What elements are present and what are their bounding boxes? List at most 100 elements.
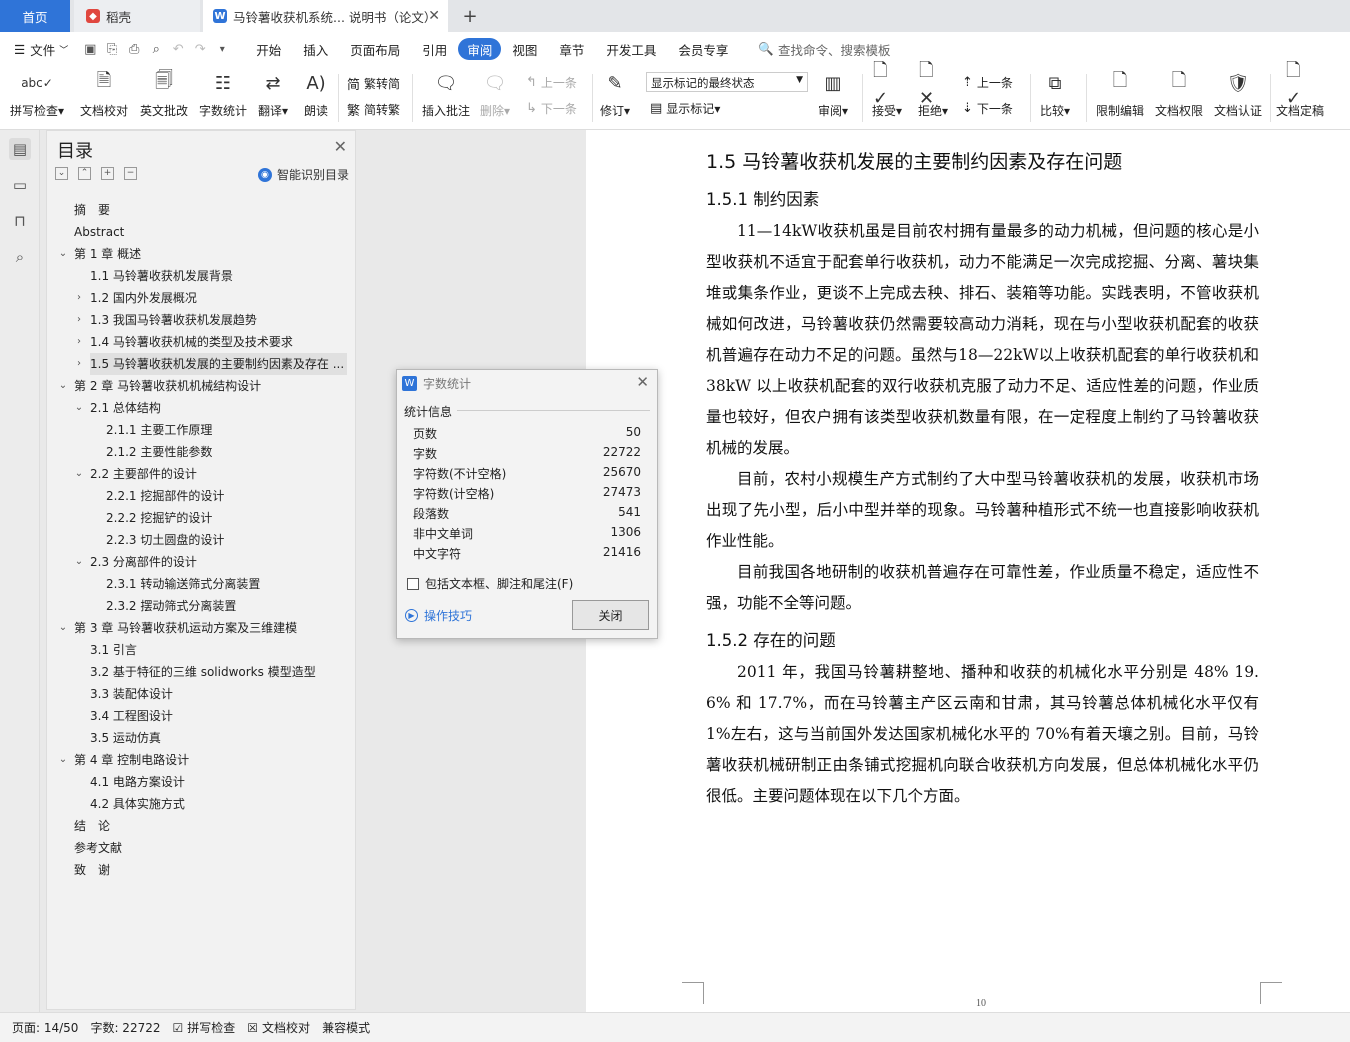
- close-icon[interactable]: ✕: [334, 137, 347, 156]
- chevron-down-icon[interactable]: ⌄: [73, 463, 85, 485]
- english-review-button[interactable]: 🗐 英文批改: [140, 68, 188, 119]
- toc-item[interactable]: 结 论: [74, 815, 110, 837]
- menu-devtools[interactable]: 开发工具: [595, 38, 667, 60]
- tab-home[interactable]: 首页: [0, 0, 70, 32]
- toc-item[interactable]: 2.3.1 转动输送筛式分离装置: [106, 573, 260, 595]
- review-pane-button[interactable]: ▥ 审阅▾: [818, 68, 848, 119]
- menu-insert[interactable]: 插入: [292, 38, 339, 60]
- chevron-right-icon[interactable]: ›: [73, 287, 85, 309]
- customize-icon[interactable]: ▾: [211, 44, 233, 55]
- close-button[interactable]: 关闭: [572, 600, 649, 630]
- export-icon[interactable]: ⎘: [101, 42, 123, 57]
- reject-button[interactable]: 🗋✕ 拒绝▾: [918, 60, 948, 119]
- next-comment-button[interactable]: ↳ 下一条: [526, 100, 577, 117]
- insert-comment-button[interactable]: 🗨 插入批注: [422, 68, 470, 119]
- doc-finalize-button[interactable]: 🗋✓ 文档定稿: [1276, 60, 1324, 119]
- restrict-edit-button[interactable]: 🗋 限制编辑: [1096, 68, 1144, 119]
- menu-start[interactable]: 开始: [245, 38, 292, 60]
- toc-item[interactable]: › 1.4 马铃薯收获机械的类型及技术要求: [77, 331, 293, 353]
- save-icon[interactable]: ▣: [79, 42, 101, 57]
- close-icon[interactable]: ✕: [636, 373, 649, 391]
- toc-item[interactable]: ⌄ 第 3 章 马铃薯收获机运动方案及三维建模: [59, 617, 297, 639]
- toc-item[interactable]: 3.3 装配体设计: [90, 683, 173, 705]
- toc-item[interactable]: 3.1 引言: [90, 639, 137, 661]
- tab-document[interactable]: W 马铃薯收获机系统... 说明书（论文） ✕: [203, 0, 448, 32]
- include-textbox-checkbox[interactable]: 包括文本框、脚注和尾注(F): [407, 575, 573, 592]
- spell-check-button[interactable]: abc✓ 拼写检查▾: [10, 68, 64, 119]
- toc-item[interactable]: ⌄ 第 4 章 控制电路设计: [59, 749, 189, 771]
- close-icon[interactable]: ✕: [428, 8, 440, 24]
- document-page[interactable]: 1.5 马铃薯收获机发展的主要制约因素及存在问题 1.5.1 制约因素 11—1…: [586, 130, 1350, 1012]
- prev-change-button[interactable]: ⇡ 上一条: [962, 74, 1013, 91]
- toc-item[interactable]: ⌄ 2.2 主要部件的设计: [75, 463, 197, 485]
- toc-item[interactable]: 2.1.2 主要性能参数: [106, 441, 212, 463]
- redo-icon[interactable]: ↷: [189, 42, 211, 57]
- doc-certify-button[interactable]: 🛡 文档认证: [1214, 68, 1262, 119]
- collapse-all-icon[interactable]: ⌄: [55, 167, 68, 180]
- menu-chapter[interactable]: 章节: [548, 38, 595, 60]
- chevron-down-icon[interactable]: ⌄: [57, 375, 69, 397]
- new-tab-button[interactable]: +: [458, 0, 482, 32]
- word-count-indicator[interactable]: 字数: 22722: [90, 1019, 160, 1036]
- toc-item[interactable]: ⌄ 2.3 分离部件的设计: [75, 551, 197, 573]
- toc-item[interactable]: 摘 要: [74, 199, 110, 221]
- remove-icon[interactable]: −: [124, 167, 137, 180]
- translate-button[interactable]: ⇄ 翻译▾: [258, 68, 288, 119]
- toc-item[interactable]: 2.2.3 切土圆盘的设计: [106, 529, 224, 551]
- toc-item[interactable]: 2.2.2 挖掘铲的设计: [106, 507, 212, 529]
- toc-item[interactable]: 2.3.2 摆动筛式分离装置: [106, 595, 236, 617]
- bookmark-icon[interactable]: ⊓: [9, 210, 31, 232]
- print-preview-icon[interactable]: ⌕: [145, 42, 167, 57]
- chevron-down-icon[interactable]: ⌄: [57, 749, 69, 771]
- tips-link[interactable]: ▶ 操作技巧: [405, 607, 472, 624]
- compare-button[interactable]: ⧉ 比较▾: [1040, 68, 1070, 119]
- tab-daoke[interactable]: ◆ 稻壳: [74, 0, 200, 32]
- expand-all-icon[interactable]: ⌃: [78, 167, 91, 180]
- delete-comment-button[interactable]: 🗨 删除▾: [480, 68, 510, 119]
- toc-item[interactable]: › 1.2 国内外发展概况: [77, 287, 197, 309]
- doc-proof-button[interactable]: 🗎 文档校对: [80, 68, 128, 119]
- markup-state-select[interactable]: 显示标记的最终状态 ▼: [646, 72, 808, 92]
- prev-comment-button[interactable]: ↰ 上一条: [526, 74, 577, 91]
- doc-permission-button[interactable]: 🗋 文档权限: [1155, 68, 1203, 119]
- toc-item[interactable]: 4.2 具体实施方式: [90, 793, 185, 815]
- print-icon[interactable]: ⎙: [123, 42, 145, 57]
- doc-proof-status[interactable]: ☒ 文档校对: [247, 1019, 310, 1036]
- file-menu[interactable]: ☰ 文件 ﹀: [0, 38, 79, 60]
- toc-item[interactable]: 致 谢: [74, 859, 110, 881]
- chevron-down-icon[interactable]: ⌄: [73, 397, 85, 419]
- menu-review[interactable]: 审阅: [458, 38, 502, 60]
- menu-layout[interactable]: 页面布局: [339, 38, 411, 60]
- add-icon[interactable]: +: [101, 167, 114, 180]
- chevron-down-icon[interactable]: ⌄: [57, 243, 69, 265]
- accept-button[interactable]: 🗋✓ 接受▾: [872, 60, 902, 119]
- chevron-down-icon[interactable]: ⌄: [57, 617, 69, 639]
- trad-to-simp-button[interactable]: 简繁转简: [347, 74, 400, 93]
- toc-item[interactable]: 3.2 基于特征的三维 solidworks 模型造型: [90, 661, 316, 683]
- toc-item[interactable]: 参考文献: [74, 837, 122, 859]
- track-changes-button[interactable]: ✎ 修订▾: [600, 68, 630, 119]
- next-change-button[interactable]: ⇣ 下一条: [962, 100, 1013, 117]
- toc-item[interactable]: 4.1 电路方案设计: [90, 771, 185, 793]
- toc-item[interactable]: 2.1.1 主要工作原理: [106, 419, 212, 441]
- read-aloud-button[interactable]: A) 朗读: [302, 68, 330, 119]
- menu-view[interactable]: 视图: [501, 38, 548, 60]
- simp-to-trad-button[interactable]: 繁简转繁: [347, 100, 400, 119]
- toc-item[interactable]: ⌄ 第 2 章 马铃薯收获机机械结构设计: [59, 375, 261, 397]
- show-markup-button[interactable]: ▤ 显示标记 ▾: [650, 100, 720, 117]
- toc-item[interactable]: 1.1 马铃薯收获机发展背景: [90, 265, 233, 287]
- toc-item[interactable]: › 1.5 马铃薯收获机发展的主要制约因素及存在 ...: [77, 353, 347, 375]
- chevron-right-icon[interactable]: ›: [73, 331, 85, 353]
- word-count-button[interactable]: ☷ 字数统计: [199, 68, 247, 119]
- search-icon[interactable]: ⌕: [9, 246, 31, 268]
- spell-check-status[interactable]: ☑ 拼写检查: [173, 1019, 236, 1036]
- toc-item[interactable]: ⌄ 第 1 章 概述: [59, 243, 141, 265]
- menu-reference[interactable]: 引用: [411, 38, 458, 60]
- outline-icon[interactable]: ▤: [9, 138, 31, 160]
- chevron-down-icon[interactable]: ⌄: [73, 551, 85, 573]
- page-indicator[interactable]: 页面: 14/50: [12, 1019, 78, 1036]
- toc-item[interactable]: Abstract: [74, 221, 124, 243]
- toc-item[interactable]: 2.2.1 挖掘部件的设计: [106, 485, 224, 507]
- toc-item[interactable]: › 1.3 我国马铃薯收获机发展趋势: [77, 309, 257, 331]
- dialog-titlebar[interactable]: W 字数统计: [397, 370, 657, 396]
